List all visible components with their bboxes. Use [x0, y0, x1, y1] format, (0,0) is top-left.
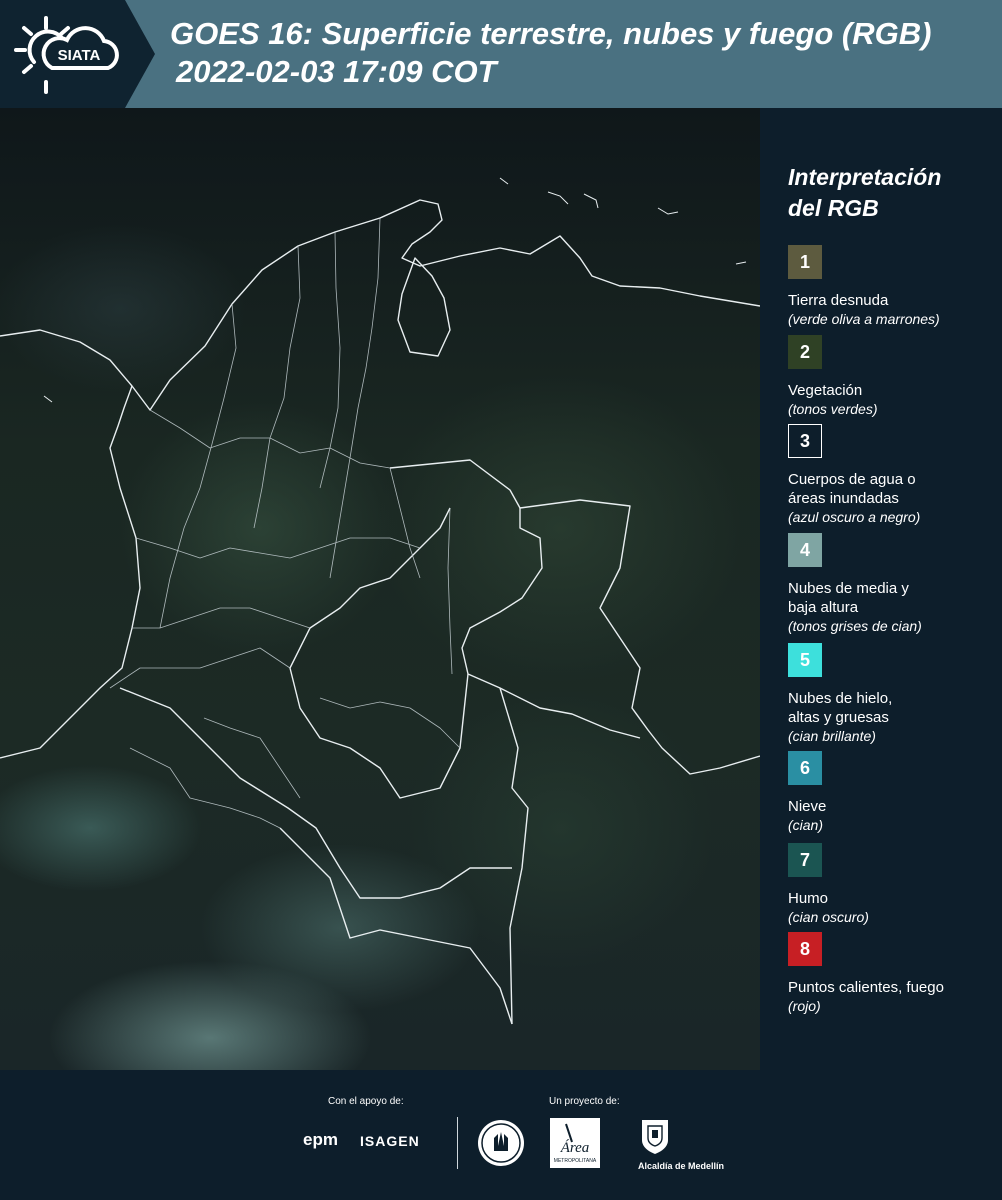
legend-swatch: 6 — [788, 751, 822, 785]
legend-swatch: 8 — [788, 932, 822, 966]
legend-label: Nieve — [788, 798, 827, 815]
legend-label: Nubes de media y — [788, 580, 909, 597]
page-title: GOES 16: Superficie terrestre, nubes y f… — [170, 16, 932, 51]
country-outline — [0, 199, 760, 1025]
legend-item-tierra-desnuda: 1 Tierra desnuda (verde oliva a marrones… — [788, 245, 994, 329]
colombia-boundaries-map — [0, 177, 760, 1025]
legend-sublabel: (rojo) — [788, 998, 821, 1014]
legend-item-cuerpos-de-agua: 3 Cuerpos de agua o áreas inundadas (azu… — [788, 424, 994, 527]
legend-item-nubes-hielo: 5 Nubes de hielo, altas y gruesas (cian … — [788, 643, 994, 746]
satellite-map[interactable] — [0, 108, 760, 1070]
legend-label: Nubes de hielo, — [788, 690, 893, 707]
header-bar: SIATA GOES 16: Superficie terrestre, nub… — [0, 0, 1002, 108]
area-metropolitana-logo: Área METROPOLITANA — [550, 1118, 600, 1168]
legend-sublabel: (azul oscuro a negro) — [788, 509, 921, 525]
legend-swatch: 1 — [788, 245, 822, 279]
project-caption: Un proyecto de: — [549, 1096, 620, 1107]
legend-title: Interpretación del RGB — [788, 162, 988, 224]
legend-sublabel: (verde oliva a marrones) — [788, 311, 940, 327]
legend-sublabel: (tonos grises de cian) — [788, 618, 922, 634]
legend-item-humo: 7 Humo (cian oscuro) — [788, 843, 994, 927]
legend-swatch: 2 — [788, 335, 822, 369]
legend-swatch: 3 — [788, 424, 822, 458]
siata-logo-text: SIATA — [58, 47, 101, 64]
legend-swatch: 7 — [788, 843, 822, 877]
legend-item-vegetacion: 2 Vegetación (tonos verdes) — [788, 335, 994, 419]
legend-label: Puntos calientes, fuego — [788, 979, 944, 996]
legend-title-line2: del RGB — [788, 195, 879, 221]
legend-sublabel: (cian) — [788, 817, 824, 833]
legend-item-nubes-media-baja: 4 Nubes de media y baja altura (tonos gr… — [788, 533, 994, 636]
svg-text:METROPOLITANA: METROPOLITANA — [554, 1158, 597, 1164]
legend-label: Vegetación — [788, 382, 863, 399]
support-caption: Con el apoyo de: — [328, 1096, 404, 1107]
legend-label: Humo — [788, 890, 829, 907]
siata-logo-icon: SIATA — [14, 16, 119, 94]
isagen-logo: ISAGEN — [360, 1133, 420, 1149]
legend-label: áreas inundadas — [788, 490, 899, 507]
epm-logo: epm — [303, 1130, 338, 1149]
seal-emblem-icon — [478, 1120, 524, 1166]
siata-logo-panel: SIATA — [0, 0, 155, 108]
legend-sublabel: (tonos verdes) — [788, 401, 878, 417]
legend-label: altas y gruesas — [788, 709, 889, 726]
footer-divider — [457, 1117, 458, 1169]
legend-title-line1: Interpretación — [788, 164, 942, 190]
svg-text:Área: Área — [560, 1139, 590, 1156]
alcaldia-label: Alcaldía de Medellín — [638, 1161, 725, 1171]
legend-item-nieve: 6 Nieve (cian) — [788, 751, 994, 835]
legend-swatch: 4 — [788, 533, 822, 567]
legend-label: baja altura — [788, 599, 859, 616]
legend-sublabel: (cian oscuro) — [788, 909, 869, 925]
department-lines — [109, 217, 461, 829]
legend-sublabel: (cian brillante) — [788, 728, 876, 744]
legend-label: Cuerpos de agua o — [788, 471, 916, 488]
page-timestamp: 2022-02-03 17:09 COT — [176, 54, 497, 89]
legend-swatch: 5 — [788, 643, 822, 677]
legend-item-puntos-calientes: 8 Puntos calientes, fuego (rojo) — [788, 932, 994, 1016]
legend-label: Tierra desnuda — [788, 292, 889, 309]
alcaldia-shield-icon — [642, 1120, 668, 1154]
